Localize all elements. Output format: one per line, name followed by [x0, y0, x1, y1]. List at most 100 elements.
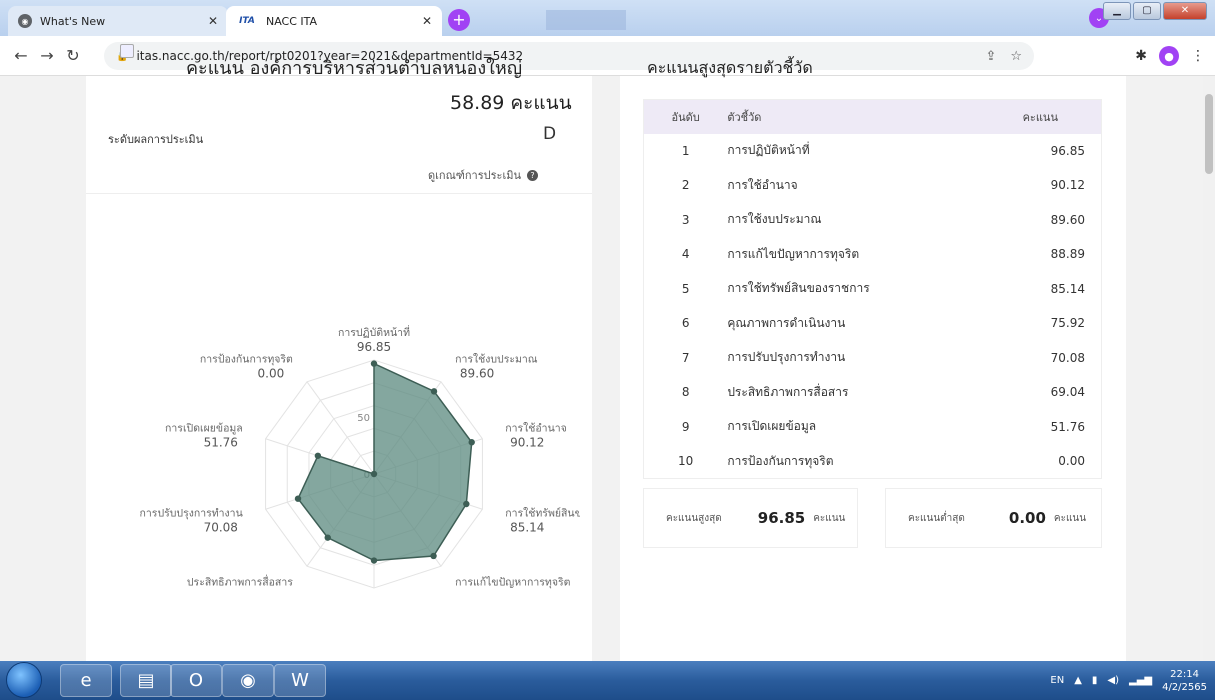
rank-cell: 8 [681, 385, 690, 400]
max-score-box: คะแนนสูงสุด 96.85 คะแนน [643, 488, 858, 548]
rank-cell: 3 [681, 212, 690, 227]
minimize-button[interactable]: ▁ [1103, 2, 1131, 20]
ita-logo-icon: ITA [239, 16, 255, 26]
score-cell: 70.08 [1050, 350, 1085, 365]
score-cell: 0.00 [1058, 454, 1085, 468]
rank-cell: 4 [681, 247, 690, 262]
explorer-icon[interactable]: ▤ [120, 664, 172, 697]
extensions-puzzle-icon[interactable]: ✱ [1135, 48, 1147, 64]
browser-tab-bar: ◉ What's New ✕ ITA NACC ITA ✕ + ⌄ ▁ ▢ ✕ [0, 0, 1215, 36]
ie-icon[interactable]: e [60, 664, 112, 697]
max-score-label: คะแนนสูงสุด [666, 512, 722, 524]
start-button[interactable] [6, 662, 42, 698]
total-score: 58.89 คะแนน [450, 92, 572, 114]
criteria-link[interactable]: ดูเกณฑ์การประเมิน ? [428, 166, 538, 184]
header-rank: อันดับ [643, 99, 728, 134]
data-point [468, 439, 475, 446]
radar-chart: 050การปฏิบัติหน้าที่96.85การใช้งบประมาณ8… [140, 325, 580, 590]
min-score-label: คะแนนต่ำสุด [908, 512, 965, 524]
reload-icon[interactable]: ↻ [60, 46, 86, 65]
value-label: 96.85 [357, 340, 391, 354]
profile-avatar-icon[interactable]: ● [1159, 46, 1179, 66]
signal-icon[interactable]: ▂▄▆ [1129, 675, 1152, 686]
score-cell: 89.60 [1050, 212, 1085, 227]
rank-cell: 2 [681, 178, 690, 193]
forward-icon[interactable]: → [34, 46, 60, 65]
data-point [370, 360, 378, 367]
data-point [430, 388, 438, 395]
indicator-cell: การแก้ไขปัญหาการทุจริต [727, 246, 860, 261]
indicator-cell: ประสิทธิภาพการสื่อสาร [727, 384, 849, 399]
ranking-table: อันดับ ตัวชี้วัด คะแนน 1 การปฏิบัติหน้าที… [643, 99, 1102, 479]
indicator-cell: การปรับปรุงการทำงาน [727, 350, 846, 365]
close-tab-icon[interactable]: ✕ [208, 14, 218, 28]
max-score-value: 96.85 [757, 509, 806, 527]
clock[interactable]: 22:14 4/2/2565 [1162, 668, 1207, 694]
score-cell: 90.12 [1050, 178, 1085, 193]
rank-cell: 5 [681, 281, 690, 296]
help-icon[interactable]: ? [526, 169, 538, 181]
data-point [294, 495, 302, 502]
new-tab-button[interactable]: + [448, 9, 470, 31]
bookmark-star-icon[interactable]: ☆ [1010, 49, 1022, 64]
table-row: 1 การปฏิบัติหน้าที่ 96.85 [644, 134, 1102, 169]
tab-whats-new[interactable]: ◉ What's New ✕ [8, 6, 228, 36]
criteria-link-text[interactable]: ดูเกณฑ์การประเมิน [428, 166, 521, 184]
outlook-icon[interactable]: O [170, 664, 222, 697]
tab-title: NACC ITA [266, 14, 318, 28]
volume-icon[interactable]: ◀) [1107, 675, 1119, 686]
indicator-cell: การปฏิบัติหน้าที่ [727, 143, 810, 158]
window-controls: ▁ ▢ ✕ [1103, 2, 1207, 20]
page-scrollbar[interactable] [1203, 76, 1215, 661]
language-indicator[interactable]: EN [1050, 675, 1064, 686]
browser-toolbar: ← → ↻ 🔒 itas.nacc.go.th/report/rpt0201?y… [0, 36, 1215, 76]
header-score: คะแนน [1016, 99, 1102, 134]
value-label: 70.08 [204, 521, 238, 535]
score-cell: 88.89 [1050, 247, 1085, 262]
divider [86, 193, 592, 194]
clock-time: 22:14 [1170, 668, 1199, 680]
back-icon[interactable]: ← [8, 46, 34, 65]
min-score-unit: คะแนน [1053, 512, 1087, 524]
level-grade: D [543, 124, 557, 144]
chrome-taskbar-icon[interactable]: ◉ [222, 664, 274, 697]
broken-image-icon [120, 44, 134, 58]
tab-nacc-ita[interactable]: ITA NACC ITA ✕ [226, 6, 442, 36]
indicator-cell: คุณภาพการดำเนินงาน [727, 315, 846, 330]
close-window-button[interactable]: ✕ [1163, 2, 1207, 20]
tray-arrow-icon[interactable]: ▲ [1074, 675, 1082, 686]
word-icon[interactable]: W [274, 664, 326, 697]
score-cell: 51.76 [1050, 419, 1085, 434]
axis-label: การใช้งบประมาณ [455, 352, 538, 365]
rank-cell: 9 [681, 419, 690, 434]
value-label: 51.76 [204, 435, 238, 449]
close-tab-icon[interactable]: ✕ [422, 14, 432, 28]
axis-label: การปรับปรุงการทำงาน [140, 508, 243, 520]
extension-area: ✱ ● ⋮ [1135, 46, 1205, 66]
scrollbar-thumb[interactable] [1205, 94, 1213, 174]
value-label: 89.60 [460, 366, 494, 380]
axis-label: การเปิดเผยข้อมูล [165, 422, 243, 434]
share-icon[interactable]: ⇪ [985, 49, 996, 64]
taskbar: e ▤ O ◉ W EN ▲ ▮ ◀) ▂▄▆ 22:14 4/2/2565 [0, 661, 1215, 700]
tab-title: What's New [40, 14, 106, 28]
menu-kebab-icon[interactable]: ⋮ [1191, 48, 1205, 64]
rank-cell: 7 [681, 350, 690, 365]
table-row: 8 ประสิทธิภาพการสื่อสาร 69.04 [644, 375, 1102, 410]
maximize-button[interactable]: ▢ [1133, 2, 1161, 20]
table-row: 9 การเปิดเผยข้อมูล 51.76 [644, 410, 1102, 445]
chrome-icon: ◉ [18, 14, 32, 28]
rank-cell: 10 [678, 454, 694, 468]
axis-label: การปฏิบัติหน้าที่ [338, 325, 410, 339]
network-icon[interactable]: ▮ [1092, 675, 1098, 686]
data-point [463, 500, 470, 508]
max-score-unit: คะแนน [813, 512, 846, 524]
data-point [314, 452, 322, 459]
data-point [370, 470, 378, 478]
ranking-title: คะแนนสูงสุดรายตัวชี้วัด [647, 58, 813, 77]
axis-label: การใช้ทรัพย์สินข [505, 507, 580, 520]
axis-label: การแก้ไขปัญหาการทุจริต [455, 576, 571, 589]
table-row: 2 การใช้อำนาจ 90.12 [644, 168, 1102, 203]
indicator-cell: การป้องกันการทุจริต [727, 453, 834, 468]
table-row: 3 การใช้งบประมาณ 89.60 [644, 203, 1102, 238]
